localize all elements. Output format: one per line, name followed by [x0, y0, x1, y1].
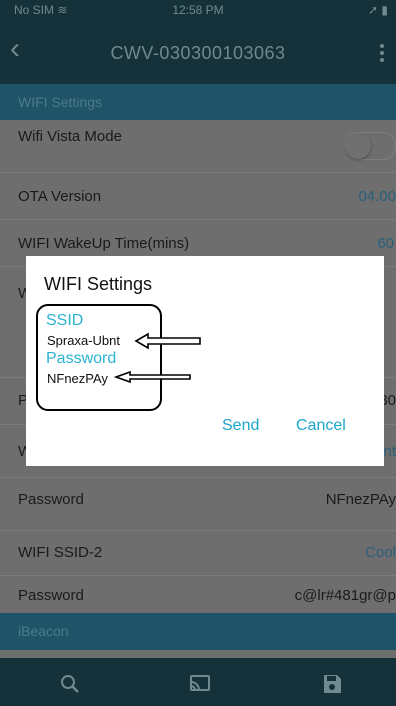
section-header-wifi-settings: WIFI Settings: [0, 84, 396, 120]
cancel-button[interactable]: Cancel: [296, 417, 346, 435]
annotation-arrow-icon: [114, 370, 191, 384]
password-label: Password: [46, 350, 117, 367]
password-field[interactable]: NFnezPAy: [47, 371, 108, 386]
battery-icon: ➚ ▮: [368, 3, 388, 17]
save-icon[interactable]: [320, 672, 344, 696]
status-bar: No SIM ≋ 12:58 PM ➚ ▮: [0, 0, 396, 20]
row-value: 60: [377, 235, 394, 252]
toggle-knob: [345, 133, 371, 159]
more-options-icon[interactable]: [380, 44, 384, 62]
wifi-settings-dialog: WIFI Settings SSID Spraxa-Ubnt Password …: [26, 256, 384, 466]
search-icon[interactable]: [58, 672, 82, 696]
row-label: WIFI WakeUp Time(mins): [18, 235, 190, 252]
row-value: c@lr#481gr@p: [294, 587, 396, 604]
annotation-arrow-icon: [134, 332, 201, 350]
row-password-1[interactable]: Password NFnezPAy: [0, 478, 396, 531]
ssid-label: SSID: [46, 312, 84, 329]
row-label: Wifi Vista Mode: [18, 128, 122, 145]
status-time: 12:58 PM: [172, 3, 224, 17]
section-header-ibeacon: iBeacon: [0, 613, 396, 650]
row-value: Cool: [365, 544, 396, 561]
cast-icon[interactable]: [188, 672, 212, 696]
row-label: OTA Version: [18, 188, 102, 205]
page-title: CWV-030300103063: [110, 43, 286, 63]
row-password-2[interactable]: Password c@lr#481gr@p: [0, 576, 396, 613]
row-value: NFnezPAy: [325, 491, 396, 508]
row-value: 04.00: [358, 188, 396, 205]
row-wifi-vista-mode: Wifi Vista Mode: [0, 120, 396, 173]
divider: [0, 650, 396, 658]
wifi-vista-mode-toggle[interactable]: [344, 132, 396, 160]
tab-bar: [0, 658, 396, 706]
send-button[interactable]: Send: [222, 417, 259, 435]
row-label: Password: [18, 587, 84, 604]
dialog-title: WIFI Settings: [44, 274, 153, 294]
row-value: nt: [383, 443, 396, 460]
navigation-bar: ‹ CWV-030300103063: [0, 20, 396, 84]
row-label: Password: [18, 491, 84, 508]
row-ota-version: OTA Version 04.00: [0, 173, 396, 220]
row-wifi-ssid-2[interactable]: WIFI SSID-2 Cool: [0, 531, 396, 576]
row-label: WIFI SSID-2: [18, 544, 103, 561]
ssid-field[interactable]: Spraxa-Ubnt: [47, 333, 120, 348]
